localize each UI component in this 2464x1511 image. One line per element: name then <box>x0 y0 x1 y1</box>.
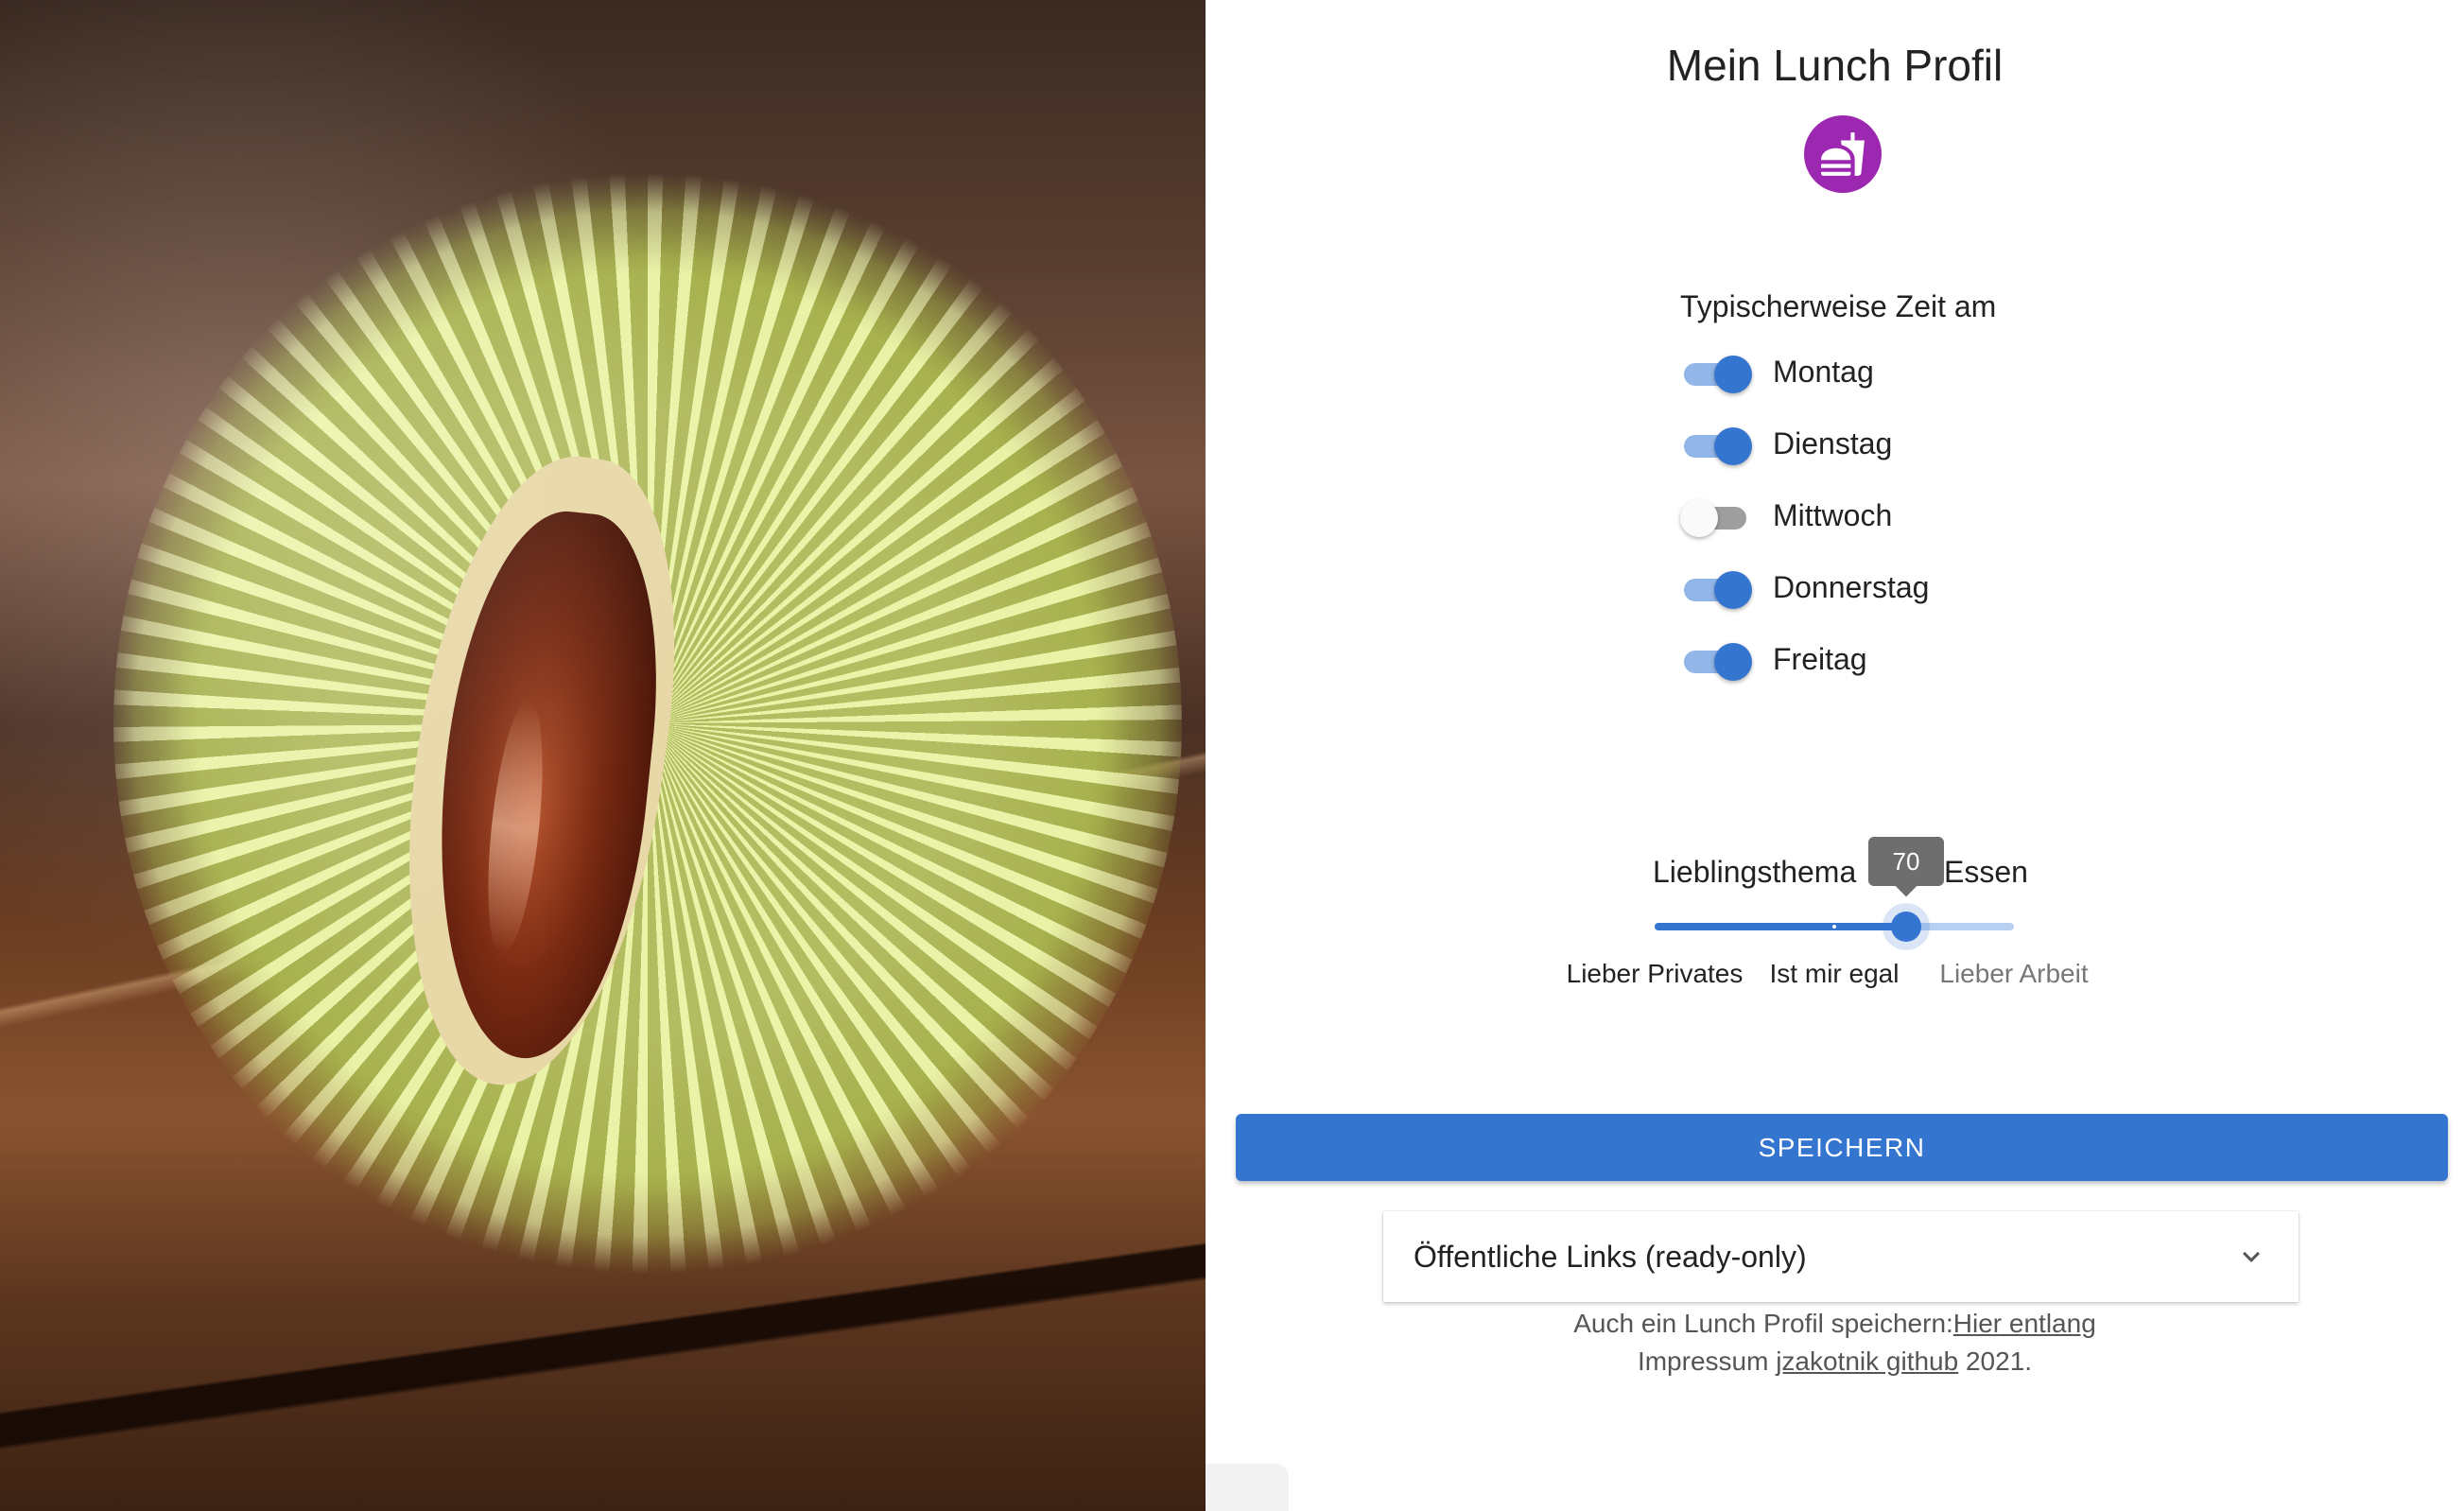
public-links-title: Öffentliche Links (ready-only) <box>1414 1239 1807 1274</box>
day-label-donnerstag: Donnerstag <box>1773 569 1930 604</box>
freitag-switch[interactable] <box>1680 635 1754 683</box>
slider-value-label: 70 <box>1868 837 1944 886</box>
days-label: Typischerweise Zeit am <box>1680 289 1997 323</box>
slider-thumb[interactable] <box>1891 912 1921 942</box>
page-title: Mein Lunch Profil <box>1666 41 2004 90</box>
switch-thumb[interactable] <box>1714 643 1752 681</box>
switch-thumb[interactable] <box>1714 427 1752 465</box>
chestnut-highlight <box>478 698 552 957</box>
chestnut-husk <box>373 440 705 1102</box>
footer-signup: Auch ein Lunch Profil speichern:Hier ent… <box>1206 1309 2464 1339</box>
footer-year: 2021. <box>1958 1346 2033 1376</box>
github-link[interactable]: jzakotnik github <box>1776 1346 1958 1376</box>
avatar <box>1804 115 1882 193</box>
switch-thumb[interactable] <box>1714 356 1752 393</box>
switch-thumb[interactable] <box>1680 499 1718 537</box>
day-label-montag: Montag <box>1773 354 1874 389</box>
dienstag-switch[interactable] <box>1680 420 1754 467</box>
day-row-montag: Montag <box>1680 348 1874 395</box>
slider-mark-label-private[interactable]: Lieber Privates <box>1567 959 1744 989</box>
impressum-text: Impressum <box>1637 1346 1769 1376</box>
switch-thumb[interactable] <box>1714 571 1752 609</box>
mittwoch-switch[interactable] <box>1680 492 1754 539</box>
day-row-mittwoch: Mittwoch <box>1680 492 1892 539</box>
slider-mark-label-work[interactable]: Lieber Arbeit <box>1939 959 2088 989</box>
footer-signup-text: Auch ein Lunch Profil speichern: <box>1573 1309 1953 1338</box>
donnerstag-switch[interactable] <box>1680 564 1754 611</box>
slider-track[interactable] <box>1655 923 1906 930</box>
signup-link[interactable]: Hier entlang <box>1953 1309 2096 1338</box>
profile-panel: Mein Lunch Profil Typischerweise Zeit am… <box>1206 0 2464 1511</box>
day-row-dienstag: Dienstag <box>1680 420 1892 467</box>
slider-label-right: Essen <box>1944 855 2028 889</box>
day-row-freitag: Freitag <box>1680 635 1867 683</box>
slider-label-left: Lieblingsthema <box>1653 855 1857 889</box>
fastfood-icon <box>1821 132 1865 176</box>
chevron-down-icon[interactable] <box>2234 1240 2268 1274</box>
public-links-accordion[interactable]: Öffentliche Links (ready-only) <box>1383 1211 2299 1302</box>
day-label-freitag: Freitag <box>1773 641 1867 676</box>
slider-mark-label-neutral[interactable]: Ist mir egal <box>1770 959 1900 989</box>
chestnut-burr <box>113 161 1182 1286</box>
chestnut-photo <box>0 0 1206 1511</box>
chestnut-nut <box>416 501 676 1068</box>
montag-switch[interactable] <box>1680 348 1754 395</box>
day-label-dienstag: Dienstag <box>1773 426 1893 460</box>
slider-mark-dot <box>1832 925 1836 929</box>
day-label-mittwoch: Mittwoch <box>1773 497 1893 532</box>
save-button[interactable]: SPEICHERN <box>1236 1114 2448 1181</box>
footer-impressum: Impressum jzakotnik github 2021. <box>1206 1346 2464 1377</box>
day-row-donnerstag: Donnerstag <box>1680 564 1929 611</box>
